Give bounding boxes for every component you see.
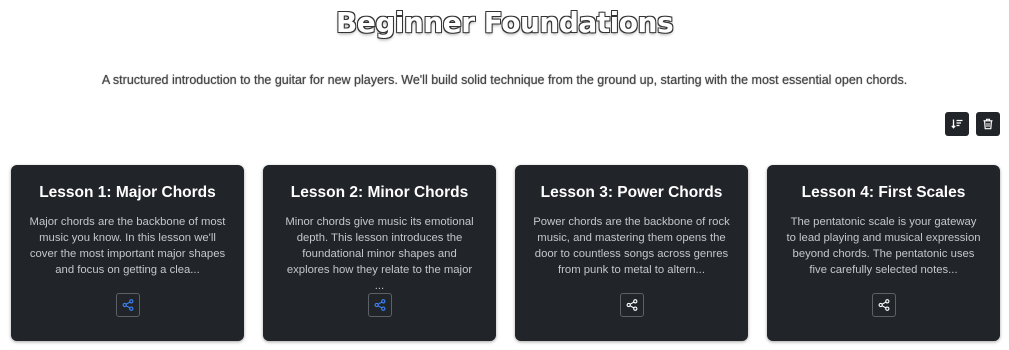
page-title: Beginner Foundations bbox=[335, 6, 674, 39]
lesson-card[interactable]: Lesson 1: Major Chords Major chords are … bbox=[11, 165, 244, 341]
lesson-description: Major chords are the backbone of most mu… bbox=[29, 216, 226, 276]
share-button[interactable] bbox=[871, 293, 896, 317]
lesson-cards: Lesson 1: Major Chords Major chords are … bbox=[11, 165, 1000, 341]
lesson-description: The pentatonic scale is your gateway to … bbox=[786, 216, 981, 276]
lesson-title: Lesson 4: First Scales bbox=[801, 184, 966, 201]
trash-icon bbox=[983, 118, 993, 130]
lesson-title: Lesson 2: Minor Chords bbox=[290, 184, 469, 201]
lesson-description: Power chords are the backbone of rock mu… bbox=[533, 216, 730, 276]
lesson-title: Lesson 1: Major Chords bbox=[39, 184, 216, 201]
toolbar bbox=[945, 112, 1000, 136]
lesson-card[interactable]: Lesson 2: Minor Chords Minor chords give… bbox=[263, 165, 496, 341]
share-button[interactable] bbox=[115, 293, 140, 317]
sort-button[interactable] bbox=[945, 112, 969, 136]
page-subtitle: A structured introduction to the guitar … bbox=[101, 73, 908, 87]
share-icon bbox=[878, 299, 889, 311]
delete-button[interactable] bbox=[976, 112, 1000, 136]
share-button[interactable] bbox=[367, 293, 392, 317]
sort-descending-icon bbox=[951, 119, 963, 129]
lesson-description: Minor chords give music its emotional de… bbox=[285, 216, 474, 292]
share-button[interactable] bbox=[619, 293, 644, 317]
share-icon bbox=[374, 299, 385, 311]
lesson-card[interactable]: Lesson 3: Power Chords Power chords are … bbox=[515, 165, 748, 341]
lesson-card[interactable]: Lesson 4: First Scales The pentatonic sc… bbox=[767, 165, 1000, 341]
lesson-title: Lesson 3: Power Chords bbox=[540, 184, 723, 201]
share-icon bbox=[122, 299, 133, 311]
share-icon bbox=[626, 299, 637, 311]
